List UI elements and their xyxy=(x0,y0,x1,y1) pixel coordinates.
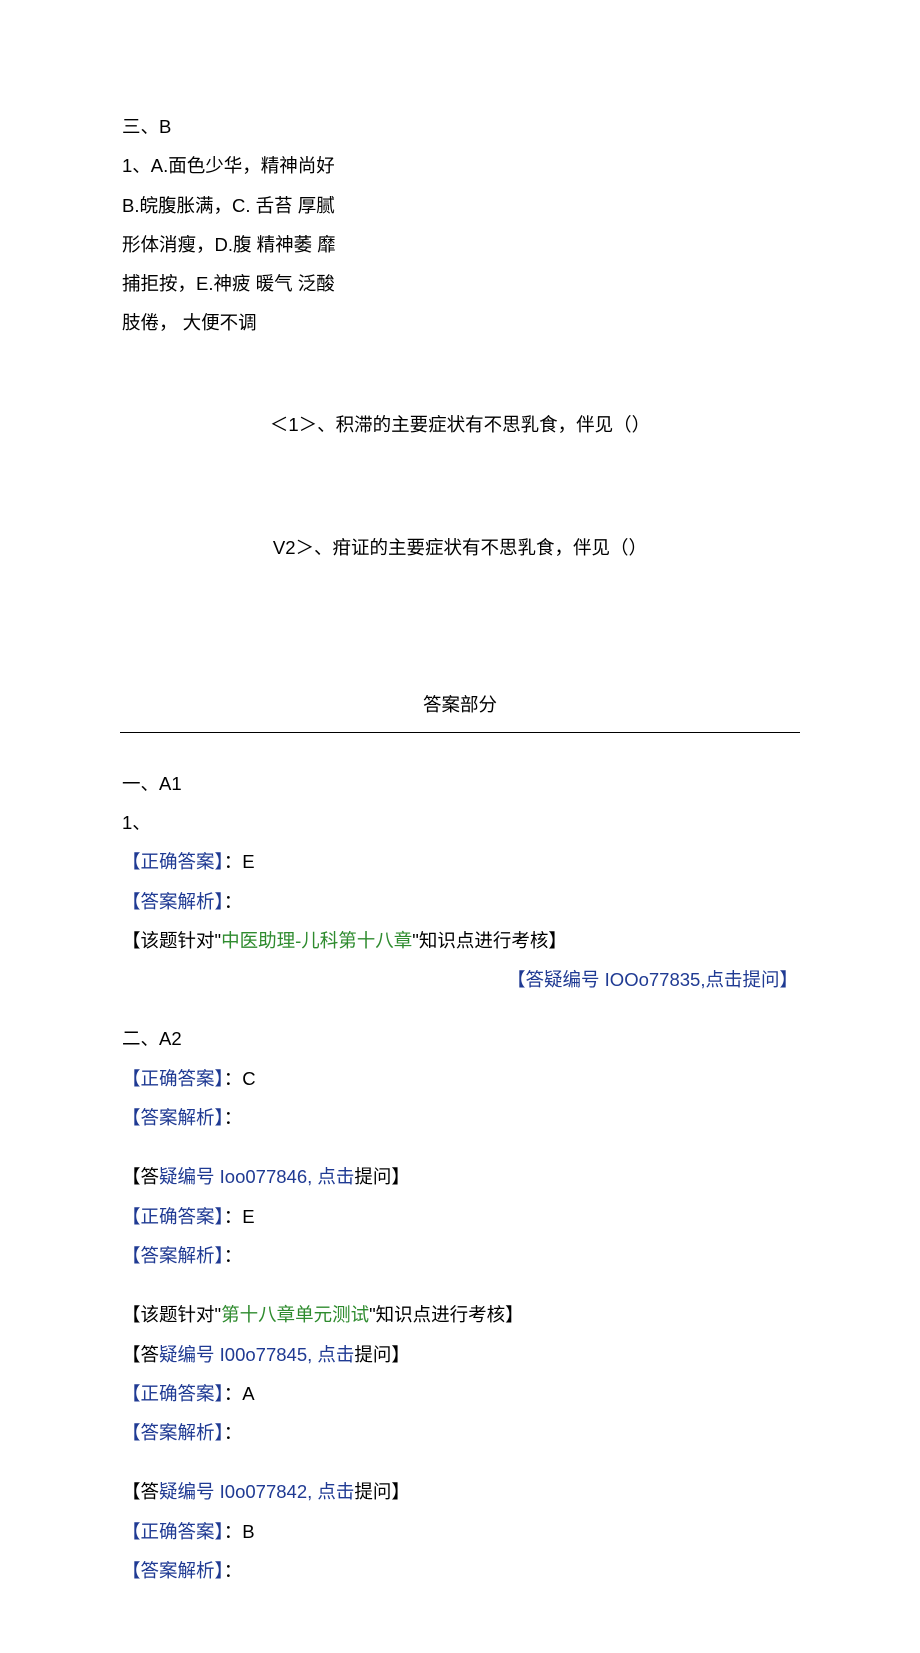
a1-topic-line: 【该题针对"中医助理-儿科第十八章"知识点进行考核】 xyxy=(122,924,798,957)
a2-correct-1: 【正确答案】：E xyxy=(122,1200,798,1233)
a2-analysis-0: 【答案解析】： xyxy=(122,1101,798,1134)
a2-analysis-2: 【答案解析】： xyxy=(122,1416,798,1449)
subquestion-1: ＜1＞、积滞的主要症状有不思乳食，伴见（） xyxy=(122,408,798,441)
a1-correct: 【正确答案】：E xyxy=(122,845,798,878)
a2-correct-3: 【正确答案】：B xyxy=(122,1515,798,1548)
a2-topic-1: 【该题针对"第十八章单元测试"知识点进行考核】 xyxy=(122,1298,798,1331)
topic-name: 中医助理-儿科第十八章 xyxy=(221,930,412,951)
a2-correct-0: 【正确答案】：C xyxy=(122,1062,798,1095)
analysis-label: 【答案解析】 xyxy=(122,891,224,912)
a2-ask-1: 【答疑编号 I00o77845, 点击提问】 xyxy=(122,1338,798,1371)
a2-correct-2: 【正确答案】：A xyxy=(122,1377,798,1410)
a1-analysis: 【答案解析】： xyxy=(122,885,798,918)
q1-line-d: 捕拒按，E.神疲 暖气 泛酸 xyxy=(122,267,798,300)
topic-name: 第十八章单元测试 xyxy=(221,1304,369,1325)
section-a2-header: 二、A2 xyxy=(122,1022,798,1055)
answer-section-title: 答案部分 xyxy=(122,688,798,721)
q1-line-a: 1、A.面色少华，精神尚好 xyxy=(122,149,798,182)
a2-ask-0: 【答疑编号 Ioo077846, 点击提问】 xyxy=(122,1160,798,1193)
divider xyxy=(120,732,800,733)
q1-line-e: 肢倦， 大便不调 xyxy=(122,306,798,339)
a2-ask-2: 【答疑编号 I0o077842, 点击提问】 xyxy=(122,1475,798,1508)
ask-link[interactable]: 点击 xyxy=(317,1166,354,1187)
correct-answer-label: 【正确答案】 xyxy=(122,851,224,872)
a2-analysis-3: 【答案解析】： xyxy=(122,1554,798,1587)
subquestion-2: V2＞、疳证的主要症状有不思乳食，伴见（） xyxy=(122,531,798,564)
a2-analysis-1: 【答案解析】： xyxy=(122,1239,798,1272)
ask-link[interactable]: 点击 xyxy=(317,1344,354,1365)
section-a1-header: 一、A1 xyxy=(122,767,798,800)
ask-link[interactable]: 点击提问 xyxy=(705,969,779,990)
section-b-header: 三、B xyxy=(122,110,798,143)
q1-line-b: B.皖腹胀满，C. 舌苔 厚腻 xyxy=(122,189,798,222)
ask-link[interactable]: 点击 xyxy=(317,1481,354,1502)
q1-line-c: 形体消瘦，D.腹 精神萎 靡 xyxy=(122,228,798,261)
a1-q1-num: 1、 xyxy=(122,806,798,839)
a1-ask-line: 【答疑编号 IOOo77835,点击提问】 xyxy=(122,963,798,996)
